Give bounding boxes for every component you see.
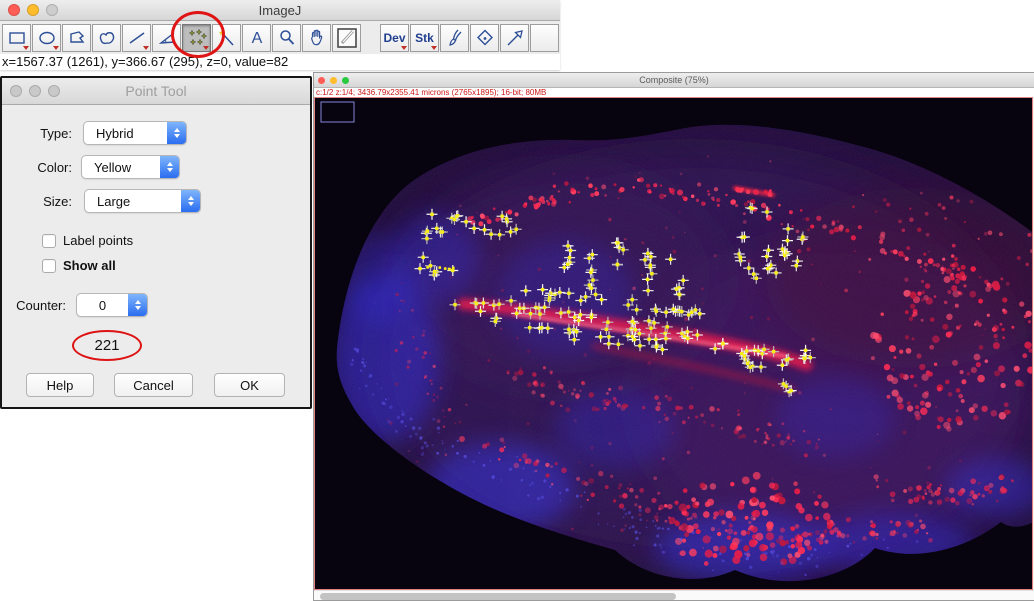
text-tool-button[interactable]: A: [242, 23, 271, 52]
stepper-icon: [181, 190, 200, 212]
point-tool-dialog: Point Tool Type: Hybrid Color: Yellow Si…: [0, 76, 312, 409]
type-select[interactable]: Hybrid: [83, 121, 187, 145]
tool-menu-indicator: [23, 45, 29, 50]
color-picker-tool-button[interactable]: [332, 23, 361, 52]
oval-icon: [38, 31, 55, 44]
imagej-toolbar: A Dev Stk: [0, 21, 560, 54]
ok-button[interactable]: OK: [214, 373, 285, 397]
show-all-checkbox[interactable]: [42, 258, 56, 273]
dialog-title: Point Tool: [125, 83, 187, 99]
counter-value: 0: [98, 297, 107, 313]
brush-tool-button[interactable]: [440, 23, 469, 52]
color-value: Yellow: [94, 159, 132, 175]
point-tool-button[interactable]: [182, 23, 211, 52]
tool-menu-indicator: [401, 45, 407, 50]
stepper-icon: [128, 294, 147, 316]
polygon-icon: [69, 30, 84, 43]
zoom-tool-button[interactable]: [272, 23, 301, 52]
stepper-icon: [167, 122, 186, 144]
imagej-main-window: ImageJ A Dev Stk x=1567.37 (1261), y=366…: [0, 0, 560, 70]
freehand-tool-button[interactable]: [92, 23, 121, 52]
hand-tool-button[interactable]: [302, 23, 331, 52]
color-label: Color:: [37, 159, 72, 175]
oval-tool-button[interactable]: [32, 23, 61, 52]
cancel-button[interactable]: Cancel: [114, 373, 193, 397]
horizontal-scrollbar-thumb[interactable]: [320, 592, 676, 600]
stk-menu-button[interactable]: Stk: [410, 23, 439, 52]
fill-tool-button[interactable]: [470, 23, 499, 52]
size-select[interactable]: Large: [84, 189, 201, 213]
screen: Composite (75%) c:1/2 z:1/4; 3436.79x235…: [0, 0, 1034, 601]
size-value: Large: [97, 193, 131, 209]
empty-tool-slot[interactable]: [530, 23, 559, 52]
svg-text:A: A: [251, 30, 262, 47]
label-points-label: Label points: [63, 233, 134, 248]
polygon-tool-button[interactable]: [62, 23, 91, 52]
type-value: Hybrid: [96, 125, 134, 141]
hand-icon: [310, 29, 322, 45]
size-label: Size:: [43, 193, 72, 209]
rectangle-tool-button[interactable]: [2, 23, 31, 52]
image-canvas[interactable]: [314, 97, 1033, 590]
dialog-titlebar[interactable]: Point Tool: [2, 78, 310, 105]
show-all-label: Show all: [63, 258, 116, 273]
image-window-title: Composite (75%): [639, 75, 709, 85]
tool-menu-indicator: [203, 45, 209, 50]
bucket-fill-icon: [476, 29, 493, 45]
image-window-titlebar[interactable]: Composite (75%): [314, 73, 1034, 88]
counter-select[interactable]: 0: [76, 293, 148, 317]
label-points-checkbox[interactable]: [42, 233, 56, 248]
stk-label: Stk: [415, 30, 434, 45]
arrow-tool-button[interactable]: [500, 23, 529, 52]
tool-menu-indicator: [431, 45, 437, 50]
brush-icon: [448, 29, 461, 46]
multi-point-icon: [189, 29, 206, 44]
tool-menu-indicator: [143, 45, 149, 50]
rectangle-icon: [8, 31, 25, 44]
arrow-icon: [507, 29, 523, 45]
type-label: Type:: [40, 125, 72, 141]
horizontal-scrollbar[interactable]: [314, 590, 1034, 600]
line-icon: [129, 31, 144, 44]
counter-label: Counter:: [16, 297, 66, 313]
dropper-icon: [336, 27, 357, 48]
dev-menu-button[interactable]: Dev: [380, 23, 409, 52]
freehand-icon: [99, 31, 114, 44]
wand-tool-button[interactable]: [212, 23, 241, 52]
image-info-line: c:1/2 z:1/4; 3436.79x2355.41 microns (27…: [314, 88, 1034, 97]
help-button[interactable]: Help: [26, 373, 94, 397]
imagej-status-bar: x=1567.37 (1261), y=366.67 (295), z=0, v…: [0, 54, 560, 69]
stepper-icon: [160, 156, 179, 178]
imagej-title: ImageJ: [258, 2, 302, 18]
angle-icon: [158, 31, 175, 44]
imagej-titlebar[interactable]: ImageJ: [0, 0, 560, 21]
line-tool-button[interactable]: [122, 23, 151, 52]
fluorescence-micrograph[interactable]: [315, 98, 1032, 589]
magnifier-icon: [279, 29, 294, 45]
angle-tool-button[interactable]: [152, 23, 181, 52]
color-select[interactable]: Yellow: [81, 155, 180, 179]
wand-icon: [218, 29, 234, 46]
dev-label: Dev: [383, 30, 406, 45]
composite-image-window: Composite (75%) c:1/2 z:1/4; 3436.79x235…: [313, 72, 1034, 601]
text-icon: A: [251, 30, 262, 47]
annotation-circle-count: [72, 330, 142, 361]
tool-menu-indicator: [53, 45, 59, 50]
